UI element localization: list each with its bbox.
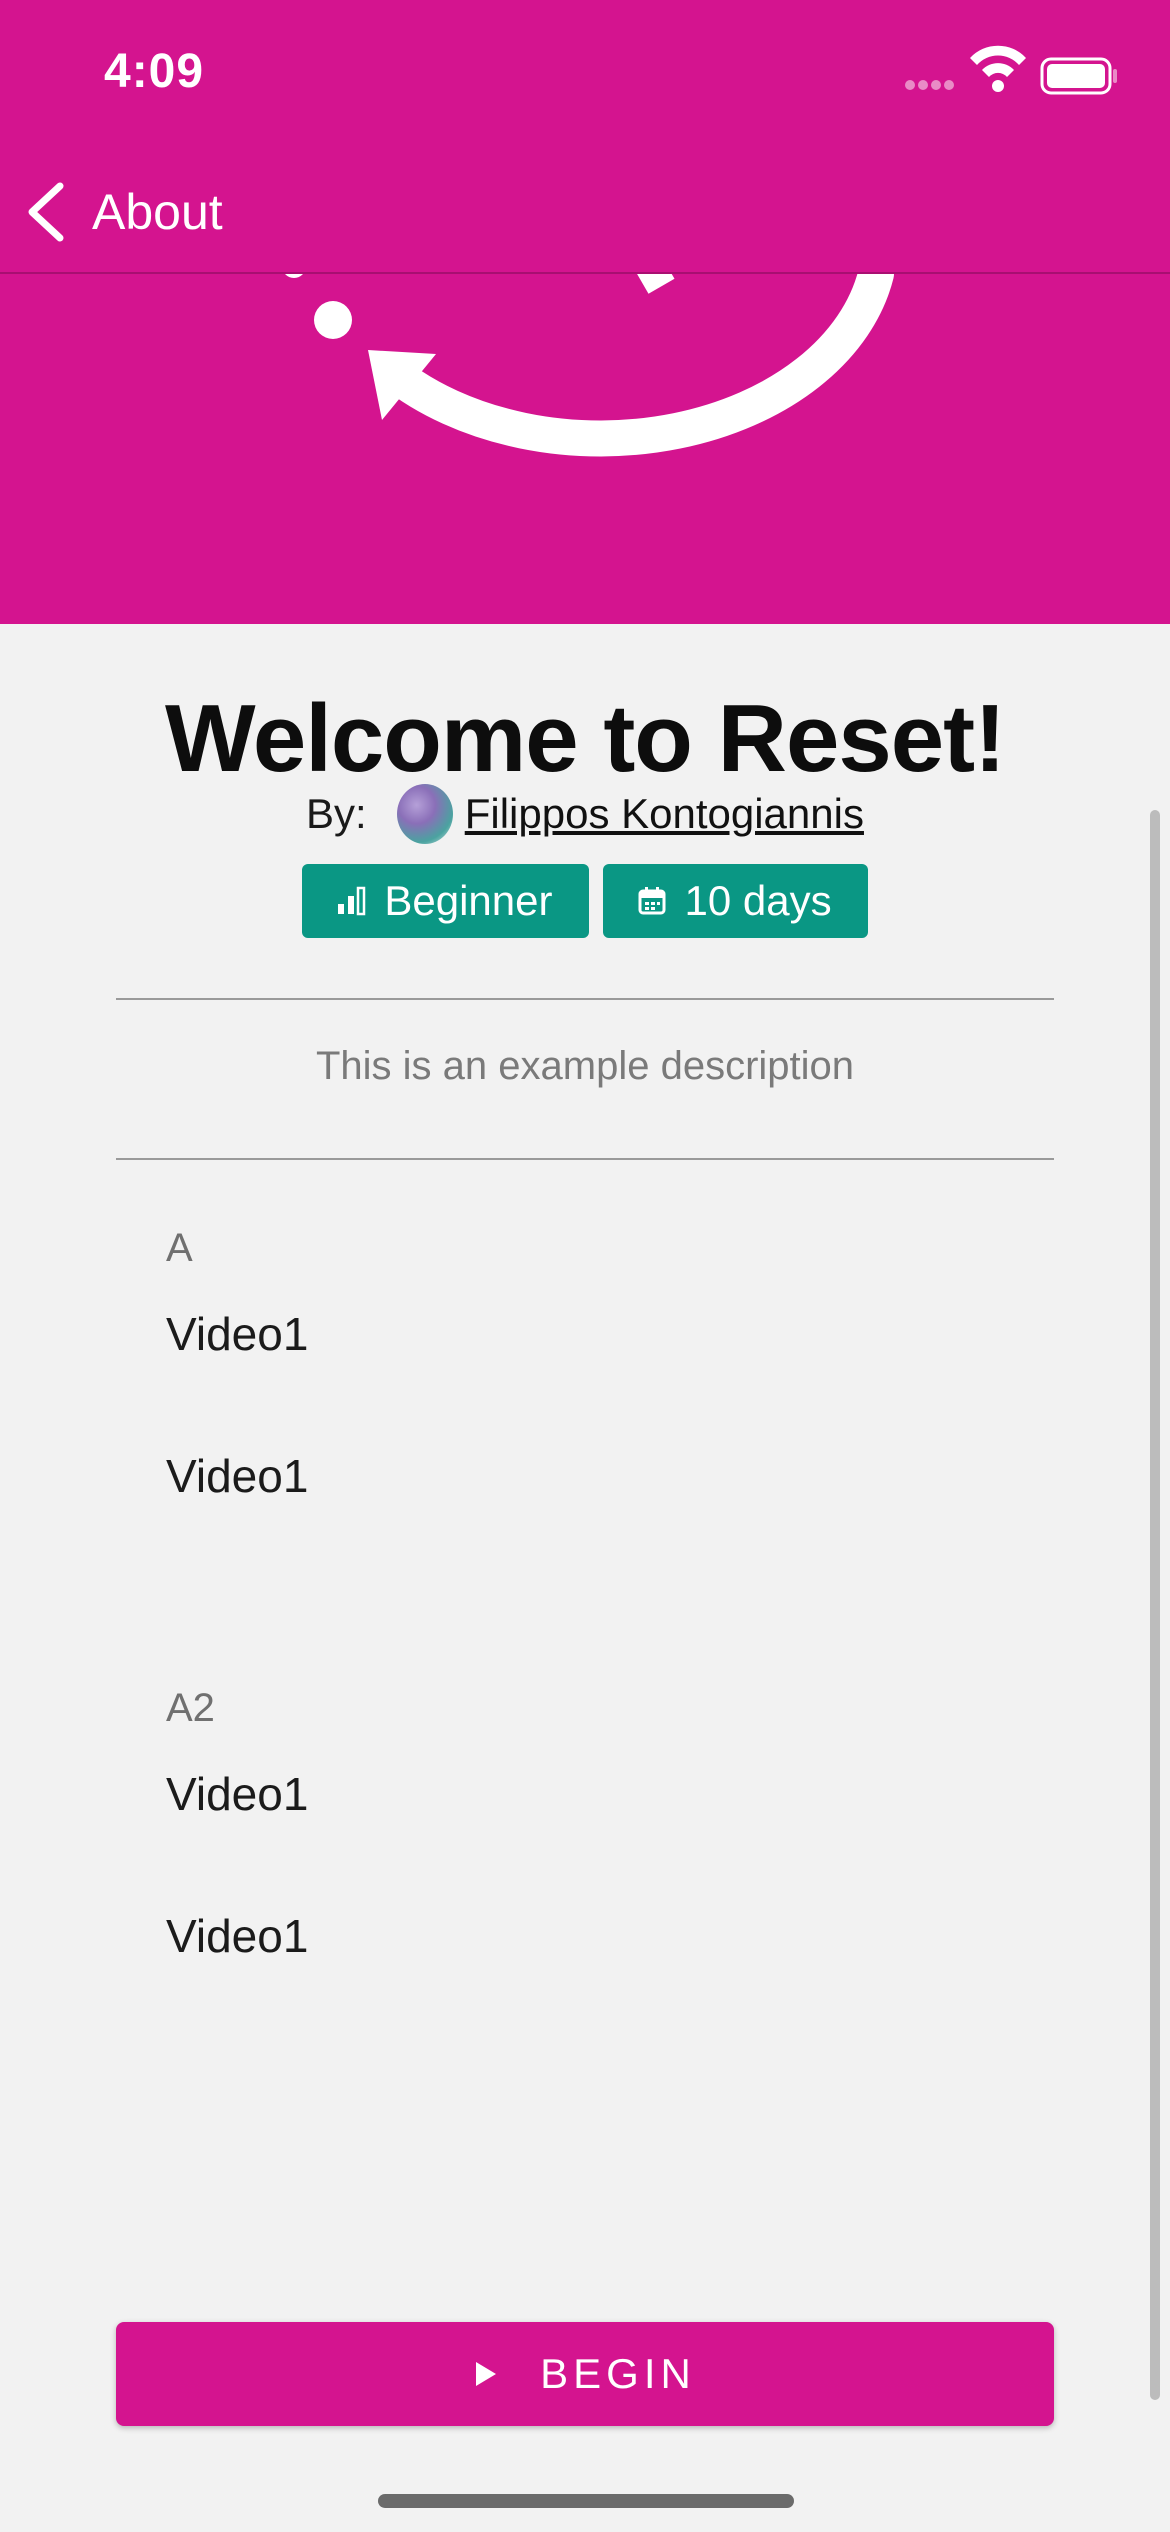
calendar-icon <box>638 887 665 915</box>
signal-icon <box>905 45 1117 95</box>
list-item[interactable]: Video1 <box>166 1426 1026 1526</box>
divider-bottom <box>116 1158 1054 1160</box>
chevron-left-icon <box>28 182 64 242</box>
list-item[interactable]: Video1 <box>166 1886 1026 1986</box>
program-description: This is an example description <box>315 1044 855 1088</box>
home-indicator[interactable] <box>378 2494 794 2508</box>
begin-button[interactable]: BEGIN <box>116 2322 1054 2426</box>
author-link[interactable]: Filippos Kontogiannis <box>465 790 864 838</box>
play-icon <box>476 2362 497 2386</box>
author-byline: By: Filippos Kontogiannis <box>0 784 1170 844</box>
program-screen: 4:09 About Welcome to Reset! By: Filippo… <box>0 0 1170 2532</box>
level-bars-icon <box>338 886 366 916</box>
back-label: About <box>92 184 223 240</box>
scrollbar[interactable] <box>1150 810 1160 2400</box>
wifi-icon <box>970 45 1026 92</box>
tag-row: Beginner 10 days <box>0 864 1170 938</box>
by-label: By: <box>306 790 367 837</box>
status-bar: 4:09 <box>0 0 1170 150</box>
level-label: Beginner <box>384 877 553 924</box>
section-header: A <box>166 1226 193 1270</box>
begin-label: BEGIN <box>540 2350 696 2397</box>
page-title: Welcome to Reset! <box>164 685 1006 792</box>
duration-tag: 10 days <box>602 864 868 938</box>
navigation-bar: About <box>0 150 1170 274</box>
back-button[interactable]: About <box>24 172 223 252</box>
list-item[interactable]: Video1 <box>166 1744 1026 1844</box>
level-tag: Beginner <box>302 864 589 938</box>
list-item[interactable]: Video1 <box>166 1284 1026 1384</box>
section-header: A2 <box>166 1686 215 1730</box>
avatar <box>396 784 453 844</box>
divider-top <box>116 998 1054 1000</box>
duration-label: 10 days <box>684 877 832 924</box>
battery-icon <box>1040 57 1117 95</box>
